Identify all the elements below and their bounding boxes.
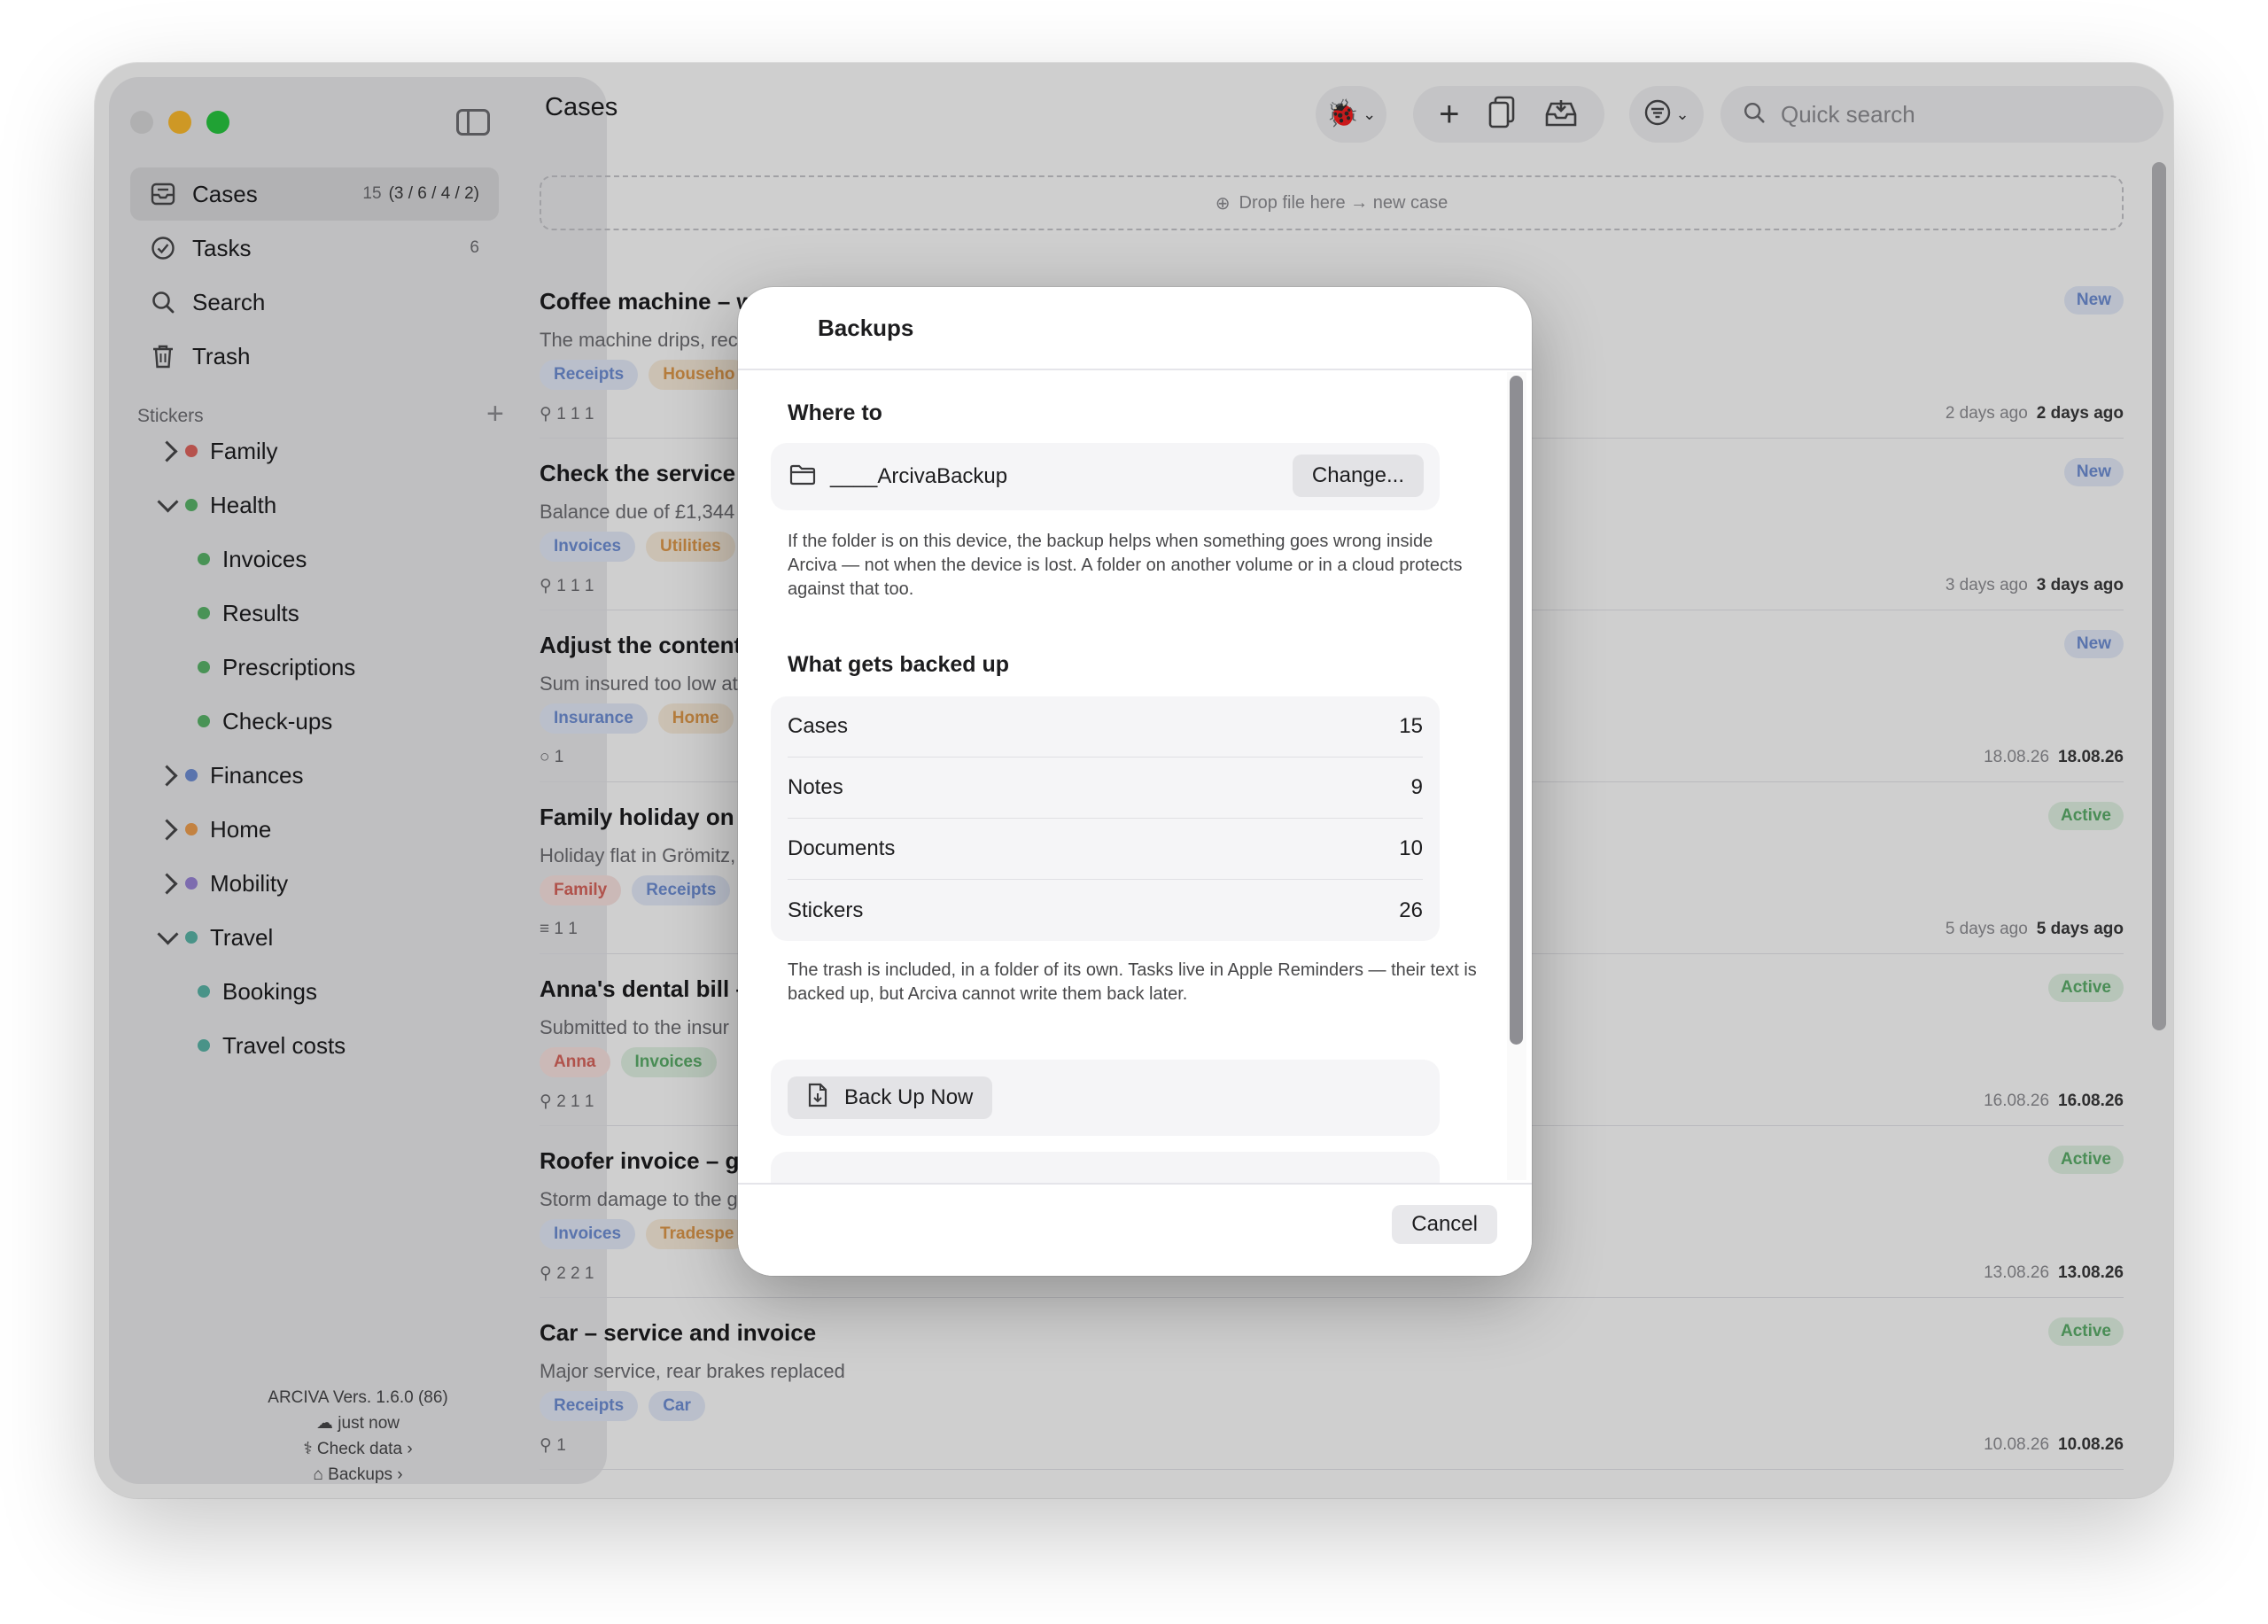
dialog-title: Backups (818, 315, 914, 341)
stat-row-documents: Documents 10 (788, 819, 1423, 880)
dialog-footer: Cancel (738, 1185, 1532, 1276)
backups-dialog: Backups Where to ____ArcivaBackup Change… (738, 287, 1532, 1276)
change-folder-button[interactable]: Change... (1292, 455, 1424, 497)
what-backed-up-help: The trash is included, in a folder of it… (788, 960, 1477, 1004)
cancel-button[interactable]: Cancel (1392, 1205, 1497, 1244)
divider (738, 369, 1532, 370)
backup-folder-row: ____ArcivaBackup Change... (771, 443, 1440, 510)
backup-stats: Cases 15 Notes 9 Documents 10 Stickers 26 (771, 696, 1440, 941)
stat-row-cases: Cases 15 (788, 696, 1423, 758)
folder-icon (789, 464, 816, 490)
document-badge-icon (807, 1083, 828, 1114)
stat-row-stickers: Stickers 26 (788, 897, 1423, 922)
back-up-now-button[interactable]: Back Up Now (788, 1076, 993, 1119)
dialog-scrollbar[interactable] (1510, 376, 1523, 1045)
backup-folder-name: ____ArcivaBackup (830, 464, 1008, 488)
where-to-heading: Where to (788, 400, 882, 425)
what-backed-up-heading: What gets backed up (788, 652, 1010, 677)
backup-now-row: Back Up Now (771, 1060, 1440, 1136)
where-to-help: If the folder is on this device, the bac… (788, 532, 1463, 599)
stat-row-notes: Notes 9 (788, 758, 1423, 819)
